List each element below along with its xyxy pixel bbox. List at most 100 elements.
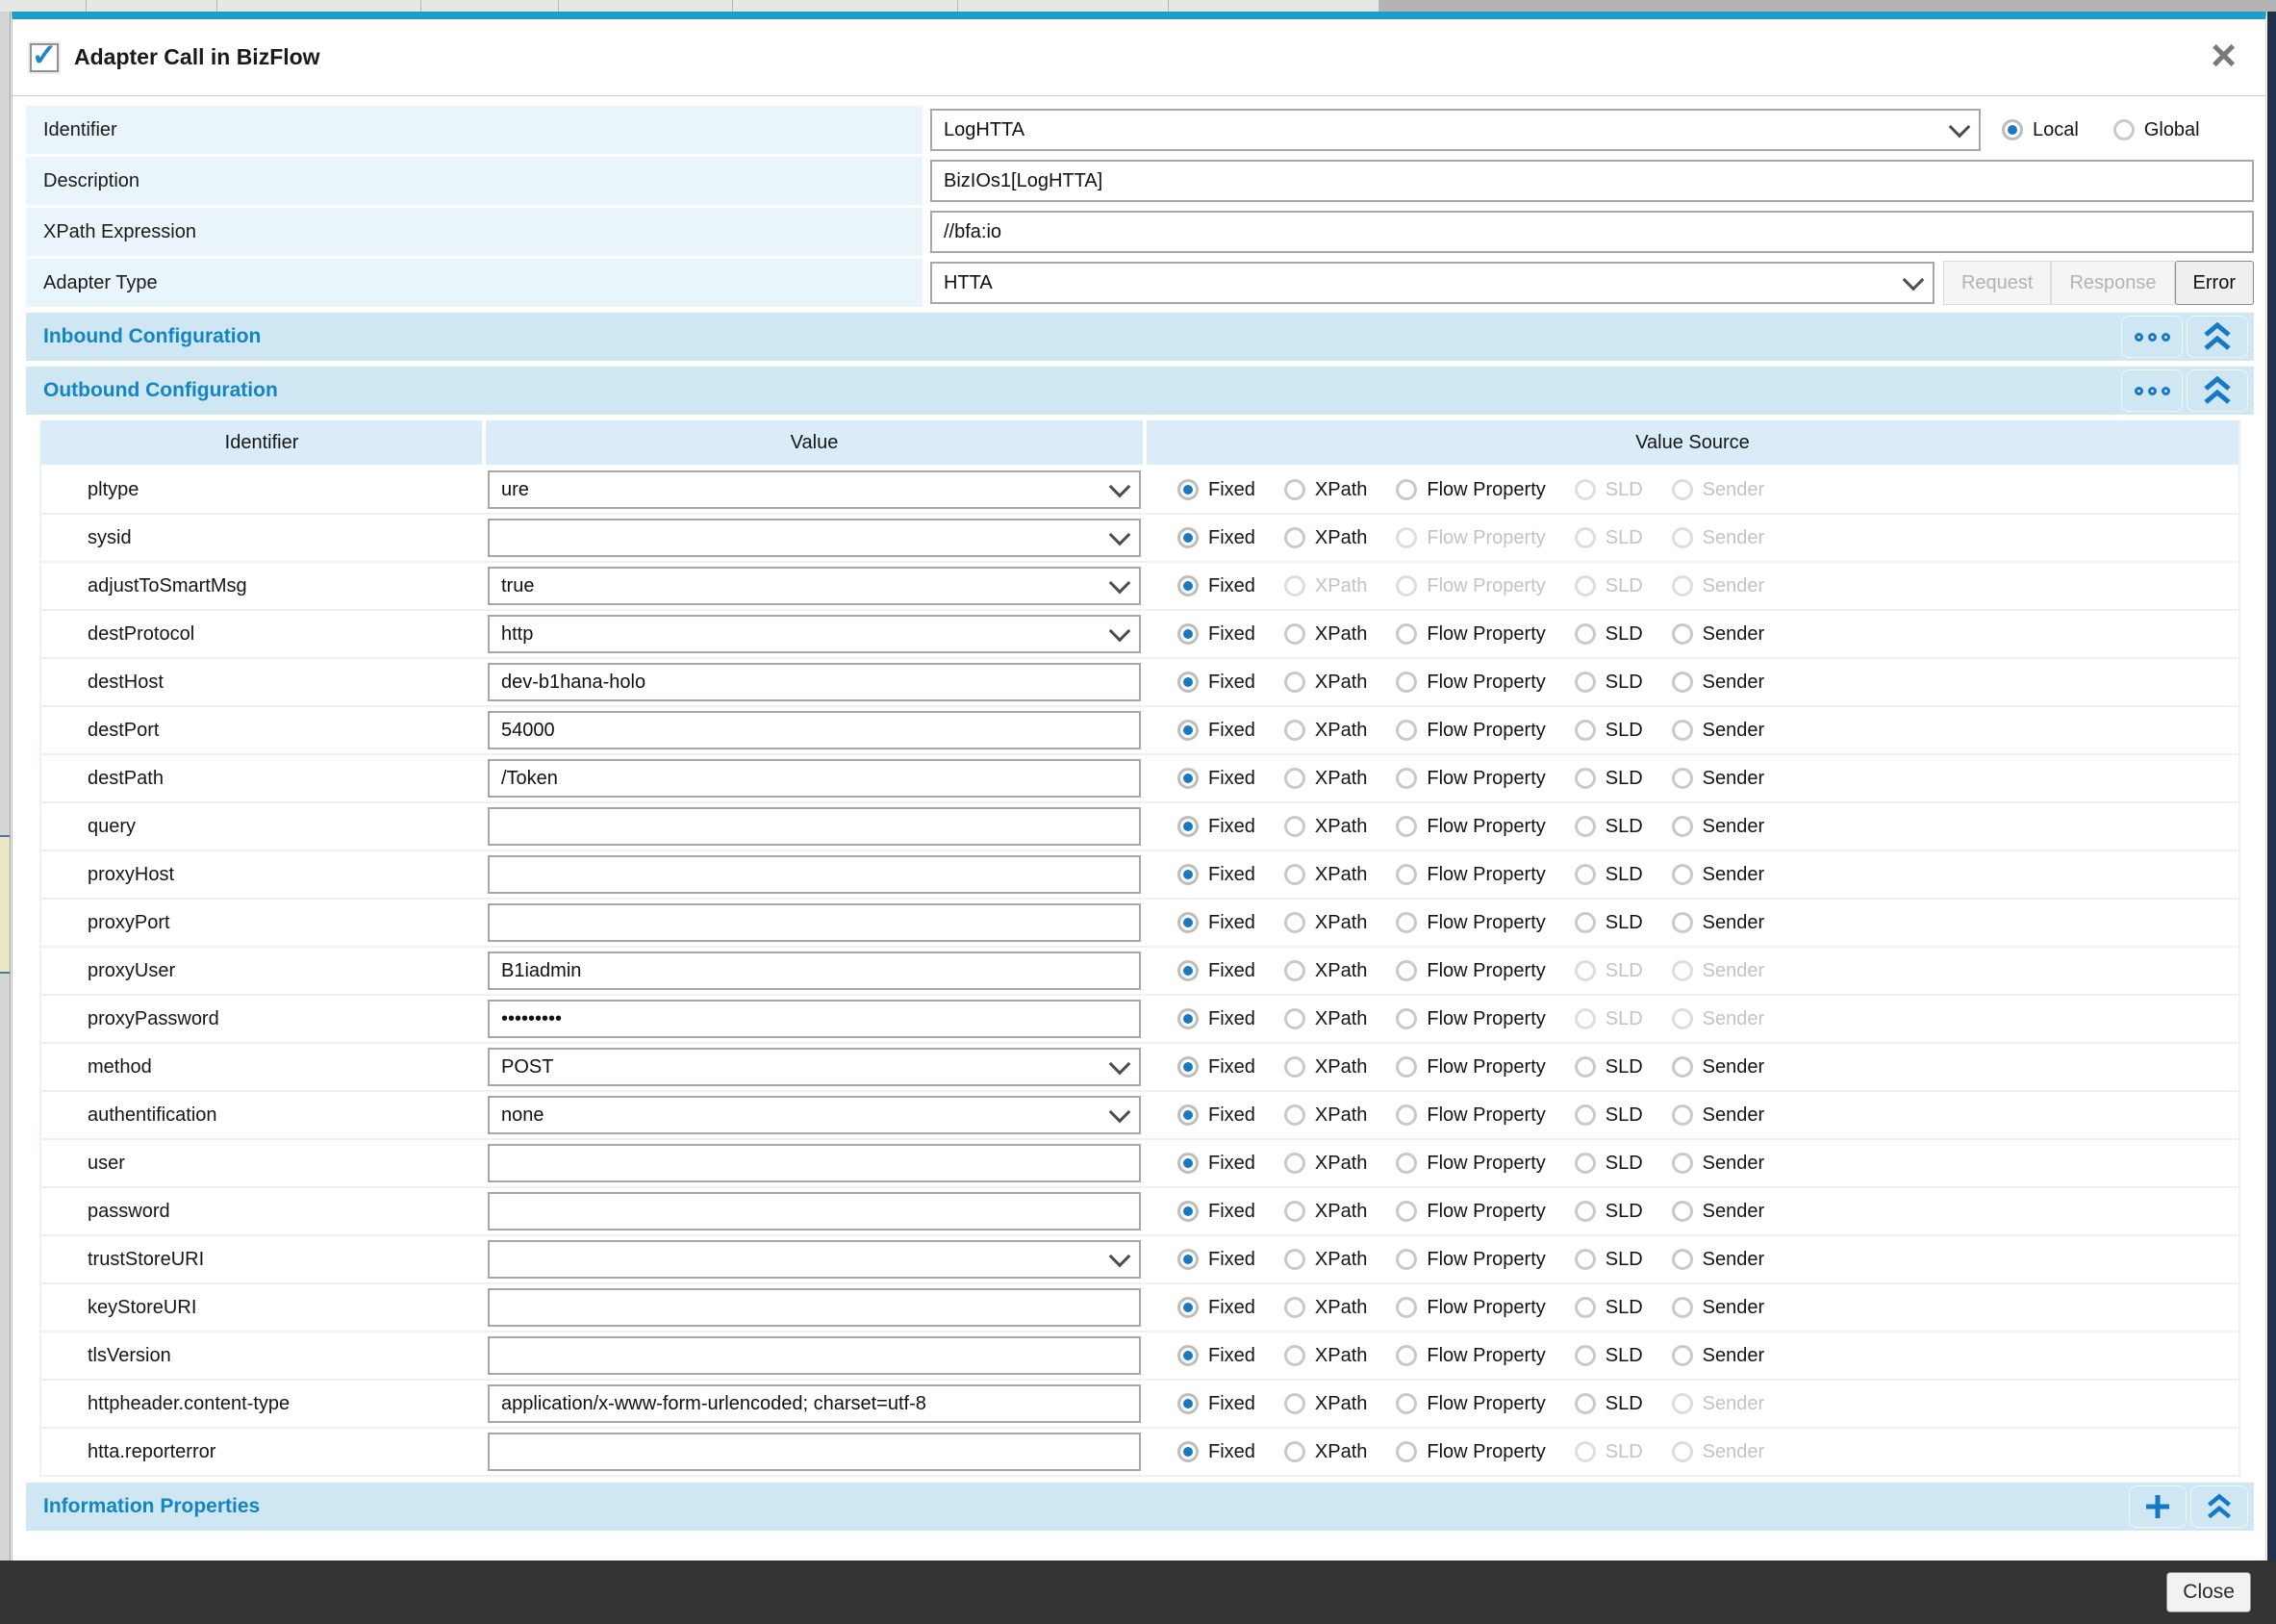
value-source-radio-sld[interactable]: SLD xyxy=(1574,1104,1643,1127)
value-source-radio-xpath[interactable]: XPath xyxy=(1283,1345,1367,1367)
value-source-radio-fixed[interactable]: Fixed xyxy=(1177,1104,1255,1127)
value-source-radio-xpath[interactable]: XPath xyxy=(1283,527,1367,549)
row-value-select[interactable]: ure xyxy=(488,470,1141,509)
value-source-radio-sld[interactable]: SLD xyxy=(1574,1393,1643,1415)
value-source-radio-sld[interactable]: SLD xyxy=(1574,720,1643,742)
value-source-radio-fixed[interactable]: Fixed xyxy=(1177,864,1255,886)
value-source-radio-sender[interactable]: Sender xyxy=(1671,912,1764,934)
value-source-radio-fixed[interactable]: Fixed xyxy=(1177,479,1255,501)
row-value-input[interactable] xyxy=(488,1433,1141,1471)
value-source-radio-xpath[interactable]: XPath xyxy=(1283,1056,1367,1078)
value-source-radio-flow-property[interactable]: Flow Property xyxy=(1396,1153,1546,1175)
value-source-radio-sender[interactable]: Sender xyxy=(1671,672,1764,694)
value-source-radio-xpath[interactable]: XPath xyxy=(1283,1441,1367,1463)
value-source-radio-sender[interactable]: Sender xyxy=(1671,720,1764,742)
collapse-icon[interactable] xyxy=(2187,316,2248,358)
value-source-radio-sld[interactable]: SLD xyxy=(1574,1201,1643,1223)
row-value-input[interactable] xyxy=(488,855,1141,894)
value-source-radio-sld[interactable]: SLD xyxy=(1574,1345,1643,1367)
value-source-radio-xpath[interactable]: XPath xyxy=(1283,672,1367,694)
value-source-radio-xpath[interactable]: XPath xyxy=(1283,720,1367,742)
value-source-radio-flow-property[interactable]: Flow Property xyxy=(1396,912,1546,934)
value-source-radio-fixed[interactable]: Fixed xyxy=(1177,816,1255,838)
response-button[interactable]: Response xyxy=(2051,261,2175,305)
value-source-radio-flow-property[interactable]: Flow Property xyxy=(1396,1056,1546,1078)
value-source-radio-flow-property[interactable]: Flow Property xyxy=(1396,960,1546,982)
value-source-radio-xpath[interactable]: XPath xyxy=(1283,1297,1367,1319)
value-source-radio-xpath[interactable]: XPath xyxy=(1283,768,1367,790)
value-source-radio-fixed[interactable]: Fixed xyxy=(1177,1297,1255,1319)
value-source-radio-sld[interactable]: SLD xyxy=(1574,623,1643,646)
row-value-select[interactable]: true xyxy=(488,567,1141,605)
value-source-radio-xpath[interactable]: XPath xyxy=(1283,960,1367,982)
value-source-radio-fixed[interactable]: Fixed xyxy=(1177,768,1255,790)
description-input[interactable] xyxy=(930,160,2254,202)
value-source-radio-xpath[interactable]: XPath xyxy=(1283,816,1367,838)
value-source-radio-sld[interactable]: SLD xyxy=(1574,864,1643,886)
value-source-radio-flow-property[interactable]: Flow Property xyxy=(1396,1345,1546,1367)
add-icon[interactable] xyxy=(2129,1485,2187,1528)
collapse-icon[interactable] xyxy=(2190,1485,2248,1528)
close-button[interactable]: Close xyxy=(2166,1572,2251,1612)
value-source-radio-fixed[interactable]: Fixed xyxy=(1177,1345,1255,1367)
value-source-radio-flow-property[interactable]: Flow Property xyxy=(1396,1297,1546,1319)
row-value-select[interactable]: POST xyxy=(488,1048,1141,1086)
value-source-radio-fixed[interactable]: Fixed xyxy=(1177,1056,1255,1078)
value-source-radio-xpath[interactable]: XPath xyxy=(1283,1104,1367,1127)
row-value-input[interactable] xyxy=(488,1288,1141,1327)
value-source-radio-fixed[interactable]: Fixed xyxy=(1177,672,1255,694)
value-source-radio-sender[interactable]: Sender xyxy=(1671,1297,1764,1319)
identifier-combobox[interactable]: LogHTTA xyxy=(930,109,1981,151)
value-source-radio-flow-property[interactable]: Flow Property xyxy=(1396,720,1546,742)
row-value-input[interactable] xyxy=(488,1000,1141,1038)
close-icon[interactable]: × xyxy=(2211,33,2237,77)
xpath-input[interactable] xyxy=(930,211,2254,253)
value-source-radio-fixed[interactable]: Fixed xyxy=(1177,1393,1255,1415)
value-source-radio-fixed[interactable]: Fixed xyxy=(1177,1008,1255,1030)
row-value-select[interactable] xyxy=(488,1240,1141,1279)
row-value-select[interactable]: none xyxy=(488,1096,1141,1134)
value-source-radio-sender[interactable]: Sender xyxy=(1671,1104,1764,1127)
value-source-radio-sender[interactable]: Sender xyxy=(1671,1056,1764,1078)
value-source-radio-xpath[interactable]: XPath xyxy=(1283,864,1367,886)
value-source-radio-fixed[interactable]: Fixed xyxy=(1177,1153,1255,1175)
value-source-radio-flow-property[interactable]: Flow Property xyxy=(1396,1441,1546,1463)
row-value-input[interactable] xyxy=(488,1192,1141,1231)
value-source-radio-xpath[interactable]: XPath xyxy=(1283,1201,1367,1223)
value-source-radio-xpath[interactable]: XPath xyxy=(1283,623,1367,646)
value-source-radio-sender[interactable]: Sender xyxy=(1671,1201,1764,1223)
value-source-radio-xpath[interactable]: XPath xyxy=(1283,1393,1367,1415)
collapse-icon[interactable] xyxy=(2187,369,2248,412)
value-source-radio-xpath[interactable]: XPath xyxy=(1283,1153,1367,1175)
value-source-radio-sender[interactable]: Sender xyxy=(1671,864,1764,886)
value-source-radio-flow-property[interactable]: Flow Property xyxy=(1396,672,1546,694)
row-value-select[interactable]: http xyxy=(488,615,1141,653)
value-source-radio-sld[interactable]: SLD xyxy=(1574,816,1643,838)
value-source-radio-sld[interactable]: SLD xyxy=(1574,1153,1643,1175)
value-source-radio-sld[interactable]: SLD xyxy=(1574,1056,1643,1078)
row-value-input[interactable] xyxy=(488,711,1141,749)
row-value-input[interactable] xyxy=(488,807,1141,846)
value-source-radio-xpath[interactable]: XPath xyxy=(1283,1249,1367,1271)
value-source-radio-sld[interactable]: SLD xyxy=(1574,672,1643,694)
value-source-radio-fixed[interactable]: Fixed xyxy=(1177,960,1255,982)
request-button[interactable]: Request xyxy=(1942,261,2052,305)
value-source-radio-flow-property[interactable]: Flow Property xyxy=(1396,1393,1546,1415)
value-source-radio-fixed[interactable]: Fixed xyxy=(1177,527,1255,549)
row-value-input[interactable] xyxy=(488,952,1141,990)
row-value-input[interactable] xyxy=(488,759,1141,798)
value-source-radio-flow-property[interactable]: Flow Property xyxy=(1396,1249,1546,1271)
error-button[interactable]: Error xyxy=(2174,261,2254,305)
value-source-radio-sld[interactable]: SLD xyxy=(1574,1249,1643,1271)
value-source-radio-flow-property[interactable]: Flow Property xyxy=(1396,816,1546,838)
scope-radio-local[interactable]: Local xyxy=(2002,119,2079,141)
row-value-select[interactable] xyxy=(488,519,1141,557)
value-source-radio-xpath[interactable]: XPath xyxy=(1283,479,1367,501)
scope-radio-global[interactable]: Global xyxy=(2112,119,2200,141)
title-checkbox[interactable]: ✓ xyxy=(30,39,59,72)
row-value-input[interactable] xyxy=(488,663,1141,701)
row-value-input[interactable] xyxy=(488,1336,1141,1375)
value-source-radio-sender[interactable]: Sender xyxy=(1671,816,1764,838)
value-source-radio-sender[interactable]: Sender xyxy=(1671,1345,1764,1367)
value-source-radio-sld[interactable]: SLD xyxy=(1574,768,1643,790)
